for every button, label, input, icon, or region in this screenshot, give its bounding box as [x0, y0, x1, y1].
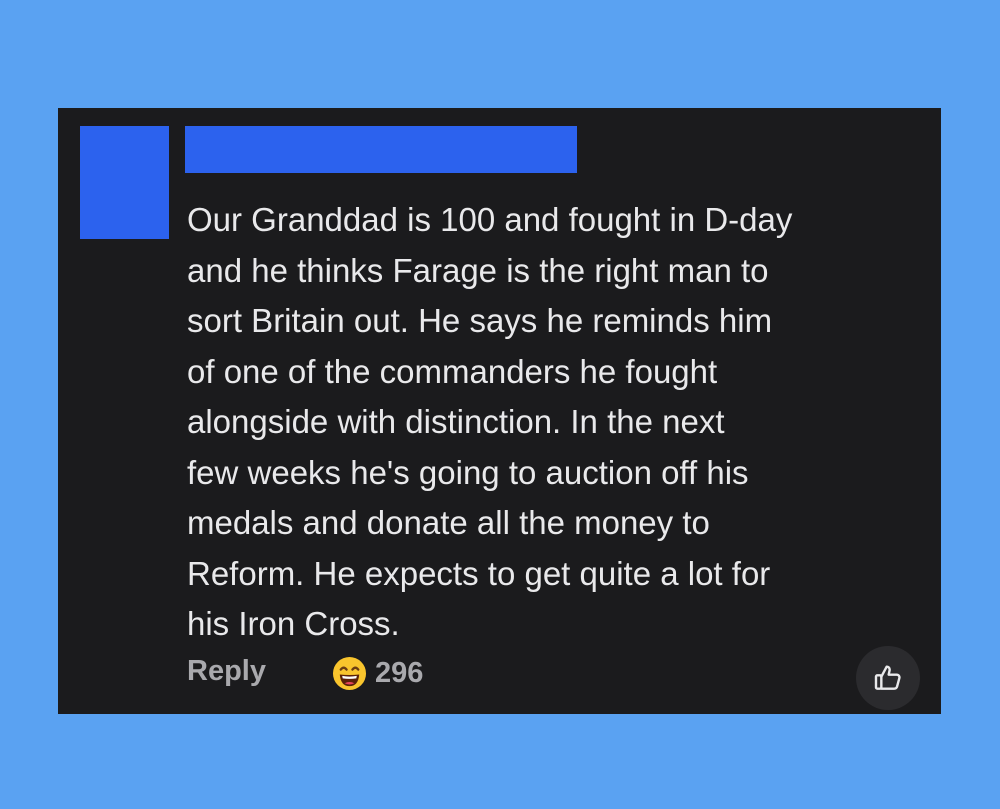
reaction-count: 296 — [375, 657, 424, 689]
comment-text: Our Granddad is 100 and fought in D-day … — [187, 201, 793, 642]
like-button[interactable] — [856, 646, 920, 710]
comment-card: Our Granddad is 100 and fought in D-day … — [58, 108, 941, 714]
reply-button[interactable]: Reply — [187, 655, 266, 688]
author-name-redacted[interactable] — [185, 126, 577, 173]
thumbs-up-icon — [874, 665, 901, 690]
laughing-emoji-icon — [332, 656, 367, 691]
avatar-redacted[interactable] — [80, 126, 169, 239]
reaction-badge[interactable]: 296 — [332, 656, 423, 691]
